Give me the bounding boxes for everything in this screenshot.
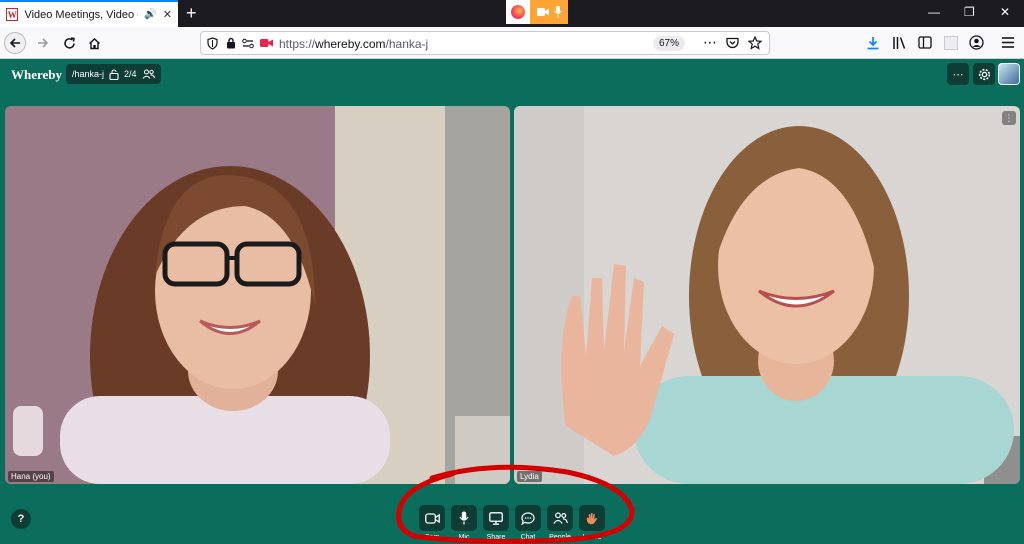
control-label: Chat [520, 534, 536, 541]
control-label: Leave [582, 534, 602, 541]
bookmark-star-icon[interactable] [748, 36, 762, 50]
camera-icon [424, 512, 440, 524]
browser-tab-bar: W Video Meetings, Video Conf 🔊 ✕ + — ❐ ✕ [0, 0, 1024, 27]
account-icon[interactable] [969, 35, 984, 50]
people-button[interactable] [547, 505, 573, 531]
camera-icon [536, 8, 549, 16]
control-label: People [549, 534, 571, 541]
home-icon[interactable] [83, 32, 105, 54]
permissions-icon[interactable] [242, 38, 254, 49]
browser-tab-active[interactable]: W Video Meetings, Video Conf 🔊 ✕ [0, 0, 178, 27]
lock-open-icon [109, 68, 119, 80]
url-text: https://whereby.com/hanka-j [279, 37, 429, 51]
browser-nav-bar: https://whereby.com/hanka-j 67% ⋯ [0, 27, 1024, 59]
control-label: Cam [424, 534, 440, 541]
pocket-icon[interactable] [726, 37, 739, 49]
call-controls: Cam Mic Share Chat People Leave [419, 505, 605, 541]
video-tile-remote[interactable]: ⋮ Lydia [514, 106, 1020, 484]
participant-name: Lydia [517, 471, 542, 482]
forward-icon[interactable] [32, 32, 54, 54]
zoom-level-button[interactable]: 67% [653, 36, 686, 51]
extension-icon[interactable] [944, 36, 958, 50]
tile-options-button[interactable]: ⋮ [1002, 111, 1016, 125]
settings-icon [978, 68, 990, 80]
more-options-button[interactable]: ⋯ [947, 63, 969, 85]
share-button[interactable] [483, 505, 509, 531]
room-occupancy: 2/4 [124, 69, 137, 79]
cam-button[interactable] [419, 505, 445, 531]
chat-button[interactable] [515, 505, 541, 531]
share-control: Share [483, 505, 509, 541]
close-icon[interactable]: ✕ [163, 8, 172, 21]
settings-button[interactable] [973, 63, 995, 85]
people-icon [552, 512, 568, 524]
video-tile-self[interactable]: Hana (you) [5, 106, 510, 484]
library-icon[interactable] [892, 36, 907, 50]
user-avatar[interactable] [998, 63, 1020, 85]
new-tab-button[interactable]: + [186, 3, 197, 23]
leave-hand-icon [586, 513, 598, 525]
sidebar-icon[interactable] [918, 36, 932, 49]
reload-icon[interactable] [58, 32, 80, 54]
room-info[interactable]: /hanka-j 2/4 [66, 64, 161, 84]
mic-button[interactable] [451, 505, 477, 531]
restore-icon[interactable]: ❐ [964, 5, 975, 19]
menu-icon[interactable] [1001, 36, 1015, 49]
page-actions-icon[interactable]: ⋯ [703, 34, 717, 51]
firefox-icon [506, 0, 530, 24]
shield-icon[interactable] [207, 37, 218, 50]
control-label: Mic [458, 534, 470, 541]
participant-video [5, 106, 510, 484]
leave-control: Leave [579, 505, 605, 541]
sharing-indicator[interactable] [506, 0, 568, 24]
tab-title: Video Meetings, Video Conf [24, 8, 138, 21]
people-control: People [547, 505, 573, 541]
cam-control: Cam [419, 505, 445, 541]
help-button[interactable]: ? [11, 509, 31, 529]
participant-name: Hana (you) [8, 471, 54, 482]
camera-icon[interactable] [260, 38, 273, 48]
lock-icon[interactable] [226, 37, 236, 49]
chat-icon [521, 511, 535, 525]
minimize-icon[interactable]: — [928, 5, 940, 19]
participant-video [514, 106, 1020, 484]
downloads-icon[interactable] [866, 36, 880, 50]
chat-control: Chat [515, 505, 541, 541]
speaker-icon[interactable]: 🔊 [144, 9, 156, 20]
microphone-icon [553, 6, 562, 18]
mic-control: Mic [451, 505, 477, 541]
more-icon: ⋯ [952, 68, 964, 81]
address-bar[interactable]: https://whereby.com/hanka-j 67% ⋯ [200, 31, 770, 55]
site-favicon: W [6, 8, 19, 21]
screen-share-icon [489, 511, 503, 525]
app-logo[interactable]: Whereby [11, 67, 62, 83]
close-icon[interactable]: ✕ [1000, 5, 1010, 19]
people-icon [142, 69, 155, 79]
leave-button[interactable] [579, 505, 605, 531]
room-name: /hanka-j [72, 69, 105, 79]
microphone-icon [459, 511, 469, 525]
control-label: Share [486, 534, 506, 541]
back-icon[interactable] [4, 32, 26, 54]
